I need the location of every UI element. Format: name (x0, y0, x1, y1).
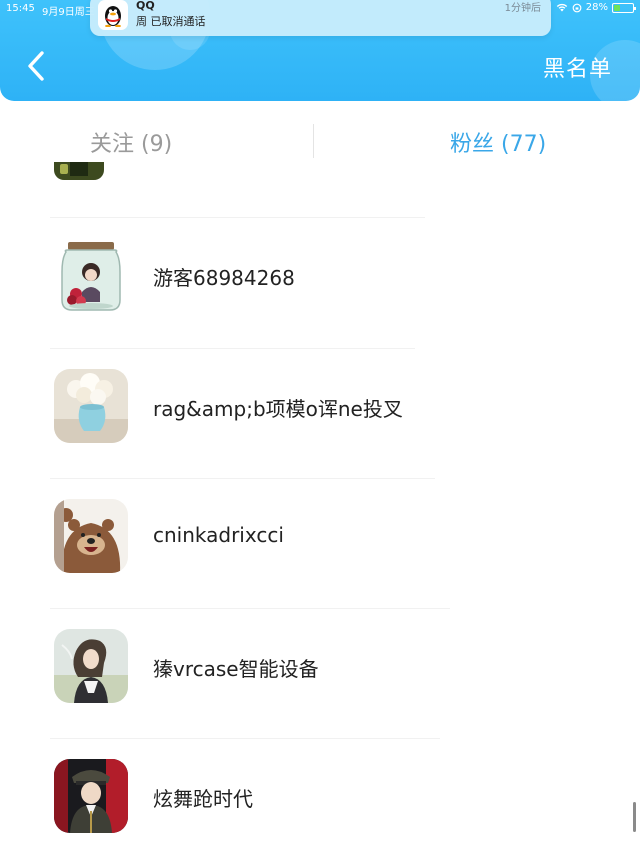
qq-penguin-icon (98, 0, 128, 30)
back-button[interactable] (18, 48, 54, 84)
tab-following[interactable]: 关注 (9) (90, 126, 172, 158)
wifi-icon (556, 3, 568, 12)
list-item[interactable]: 炫舞跄时代 (0, 738, 640, 853)
avatar[interactable] (54, 499, 128, 573)
fan-name: 炫舞跄时代 (153, 787, 253, 811)
battery-icon (612, 2, 636, 13)
avatar[interactable] (54, 759, 128, 833)
notification-banner[interactable]: QQ 周 已取消通话 1分钟后 (90, 0, 551, 36)
fan-name: cninkadrixcci (153, 523, 284, 547)
list-item[interactable]: cninkadrixcci (0, 478, 640, 609)
chevron-left-icon (28, 51, 44, 81)
tab-divider (313, 124, 314, 158)
avatar[interactable] (54, 162, 104, 180)
notification-app-name: QQ (136, 0, 155, 12)
list-item[interactable]: rag&amp;b项模o诨ne投叉 (0, 348, 640, 479)
avatar[interactable] (54, 369, 128, 443)
battery-percent: 28% (585, 2, 608, 13)
fans-list: 游客68984268 rag&amp;b项模o诨ne投叉 cninkadrixc… (0, 162, 640, 853)
blacklist-button[interactable]: 黑名单 (543, 51, 612, 83)
follow-tabs: 关注 (9) 粉丝 (77) (0, 118, 640, 162)
list-item[interactable]: 游客68984268 (0, 218, 640, 349)
app-window: 15:45 9月9日周三 28% QQ 周 已取消通话 1分钟后 黑名单 关注 … (0, 0, 640, 853)
notification-time: 1分钟后 (504, 3, 541, 14)
fan-name: 游客68984268 (153, 266, 295, 290)
status-indicators: 28% (556, 2, 636, 13)
rotation-lock-icon (572, 3, 582, 13)
status-date: 9月9日周三 (42, 7, 95, 18)
header-bar: 15:45 9月9日周三 28% QQ 周 已取消通话 1分钟后 黑名单 (0, 0, 640, 101)
notification-message: 周 已取消通话 (136, 15, 206, 28)
tab-fans[interactable]: 粉丝 (77) (450, 126, 546, 158)
avatar[interactable] (54, 629, 128, 703)
scrollbar[interactable] (633, 802, 636, 832)
status-time: 15:45 (6, 3, 35, 14)
fan-name: 獉vrcase智能设备 (153, 657, 319, 681)
avatar[interactable] (54, 238, 128, 312)
list-item[interactable]: 獉vrcase智能设备 (0, 608, 640, 739)
fan-name: rag&amp;b项模o诨ne投叉 (153, 397, 403, 421)
